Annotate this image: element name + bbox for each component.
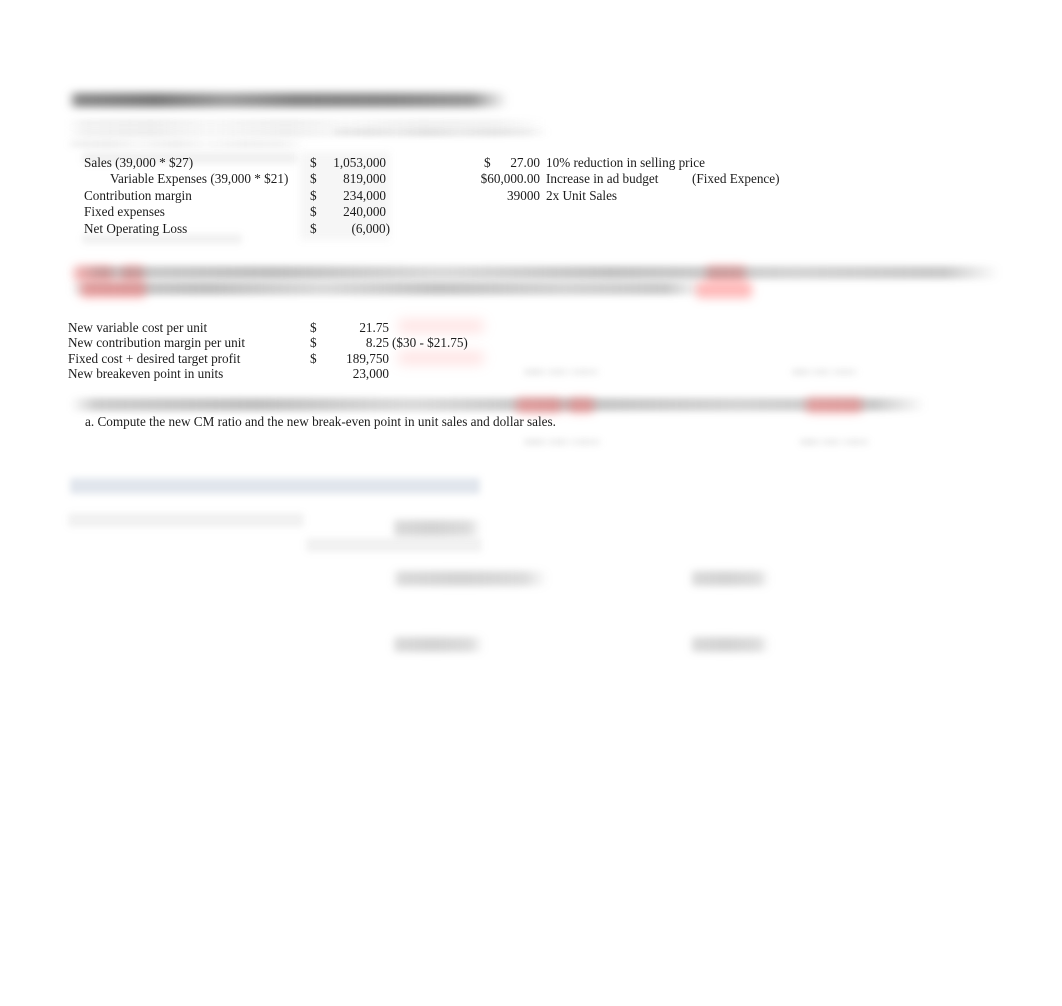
pink-highlight xyxy=(696,282,752,298)
breakeven-row-suffix: ($30 - $21.75) xyxy=(392,335,468,350)
income-row-amount: 819,000 xyxy=(343,171,386,186)
assumption-value: 39000 xyxy=(507,188,540,203)
income-row-amount: 234,000 xyxy=(343,188,386,203)
income-row-label: Sales (39,000 * $27) xyxy=(84,155,194,170)
income-row-label: Contribution margin xyxy=(84,188,192,203)
income-row-amount: (6,000) xyxy=(351,221,390,236)
breakeven-row-amount: 8.25 xyxy=(365,335,389,350)
redacted-paragraph-line-2 xyxy=(70,282,704,295)
assumption-label: 2x Unit Sales xyxy=(546,188,618,203)
assumption-label: 10% reduction in selling price xyxy=(546,155,705,170)
income-row-amount: 1,053,000 xyxy=(333,155,386,170)
assumption-note: (Fixed Expence) xyxy=(692,171,780,186)
redacted-title-bar xyxy=(68,93,508,107)
pink-highlight xyxy=(568,398,594,413)
blue-highlight-band xyxy=(70,478,480,494)
redacted-block-row xyxy=(68,513,304,527)
pink-highlight xyxy=(706,266,746,281)
income-row-label: Net Operating Loss xyxy=(84,221,188,236)
pink-highlight-faint xyxy=(398,319,484,333)
ghost-row-4 xyxy=(330,128,550,136)
breakeven-row-label: New contribution margin per unit xyxy=(68,335,246,350)
pink-highlight xyxy=(120,266,144,281)
assumption-label: Increase in ad budget xyxy=(546,171,659,186)
ghost-row-5 xyxy=(522,368,602,376)
spreadsheet-page: Sales (39,000 * $27) $ 1,053,000 Variabl… xyxy=(0,0,1062,1006)
redacted-block xyxy=(690,571,770,586)
pink-highlight-faint xyxy=(398,351,484,365)
ghost-row-7 xyxy=(522,438,604,446)
pink-highlight xyxy=(80,282,146,298)
ghost-row-3 xyxy=(66,140,306,148)
pink-highlight xyxy=(74,266,114,281)
redacted-block xyxy=(392,637,484,652)
breakeven-row-label: New breakeven point in units xyxy=(68,366,224,381)
redacted-block xyxy=(392,520,482,536)
income-row-label: Fixed expenses xyxy=(84,204,165,219)
redacted-paragraph-line-1 xyxy=(70,266,1000,279)
income-row-label: Variable Expenses (39,000 * $21) xyxy=(110,171,289,186)
redacted-question-prompt xyxy=(70,398,926,411)
pink-highlight xyxy=(516,398,562,413)
assumption-value: $ 27.00 xyxy=(483,155,540,170)
ghost-row-1 xyxy=(66,119,546,127)
question-part-a: a. Compute the new CM ratio and the new … xyxy=(85,414,556,429)
redacted-block xyxy=(392,571,548,586)
breakeven-row-amount: 23,000 xyxy=(352,366,389,381)
ghost-row-6 xyxy=(790,368,860,376)
redacted-block xyxy=(690,637,770,652)
pink-highlight xyxy=(806,398,862,413)
redacted-block xyxy=(306,538,482,552)
ghost-row-2 xyxy=(66,128,546,137)
income-row-amount: 240,000 xyxy=(343,204,386,219)
assumption-value: $60,000.00 xyxy=(480,171,540,186)
ghost-row-8 xyxy=(798,438,872,446)
